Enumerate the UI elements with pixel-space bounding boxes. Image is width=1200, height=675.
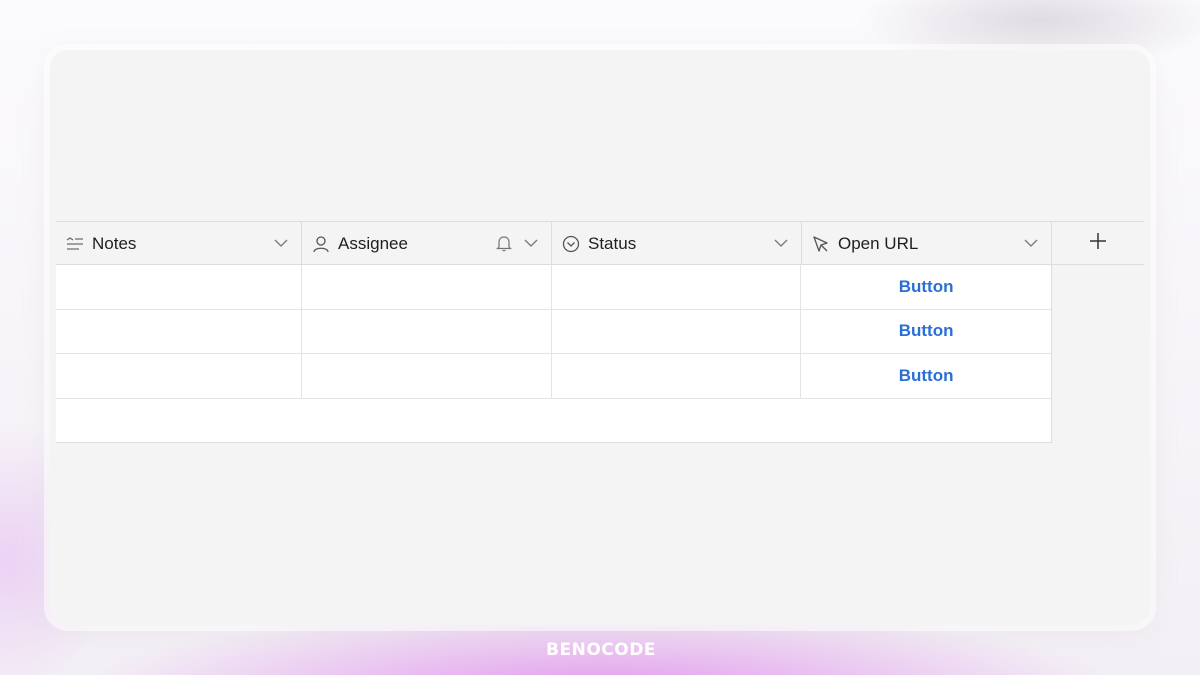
notes-cell[interactable]: [56, 265, 302, 309]
table-row: Button: [56, 265, 1051, 310]
column-header-notes[interactable]: Notes: [56, 222, 302, 265]
grid-body: Button Button Button: [56, 265, 1052, 443]
column-header-assignee[interactable]: Assignee: [302, 222, 552, 265]
column-label: Notes: [92, 233, 137, 253]
data-grid: Notes Assignee Status Open URL Button Bu…: [56, 221, 1144, 459]
brand-logo: BENOCODE: [546, 640, 656, 660]
chevron-down-icon[interactable]: [273, 235, 289, 251]
table-row: Button: [56, 309, 1051, 354]
bell-icon[interactable]: [495, 234, 513, 252]
text-lines-icon: [66, 235, 84, 253]
open-url-button[interactable]: Button: [899, 321, 954, 341]
grid-header-row: Notes Assignee Status Open URL: [56, 221, 1144, 265]
chevron-down-icon[interactable]: [773, 235, 789, 251]
status-cell[interactable]: [552, 265, 802, 309]
open-url-button[interactable]: Button: [899, 366, 954, 386]
assignee-cell[interactable]: [302, 309, 552, 353]
open-url-cell: Button: [801, 310, 1051, 354]
open-url-cell: Button: [801, 265, 1051, 309]
notes-cell[interactable]: [56, 354, 302, 398]
plus-icon: [1088, 231, 1108, 256]
open-url-button[interactable]: Button: [899, 277, 954, 297]
app-canvas: Notes Assignee Status Open URL Button Bu…: [50, 50, 1150, 625]
cursor-arrow-icon: [812, 235, 830, 253]
table-row: Button: [56, 354, 1051, 399]
circle-chevron-icon: [562, 235, 580, 253]
canvas-lower-area: [50, 459, 1150, 625]
column-label: Assignee: [338, 233, 408, 253]
add-row[interactable]: [56, 399, 1051, 442]
status-cell[interactable]: [552, 354, 802, 398]
open-url-cell: Button: [801, 354, 1051, 398]
assignee-cell[interactable]: [302, 265, 552, 309]
chevron-down-icon[interactable]: [523, 235, 539, 251]
assignee-cell[interactable]: [302, 354, 552, 398]
column-header-status[interactable]: Status: [552, 222, 802, 265]
status-cell[interactable]: [552, 309, 802, 353]
notes-cell[interactable]: [56, 309, 302, 353]
column-label: Open URL: [838, 233, 919, 253]
add-column-button[interactable]: [1052, 222, 1144, 265]
chevron-down-icon[interactable]: [1023, 235, 1039, 251]
column-label: Status: [588, 233, 637, 253]
column-header-open-url[interactable]: Open URL: [802, 222, 1052, 265]
user-icon: [312, 235, 330, 253]
